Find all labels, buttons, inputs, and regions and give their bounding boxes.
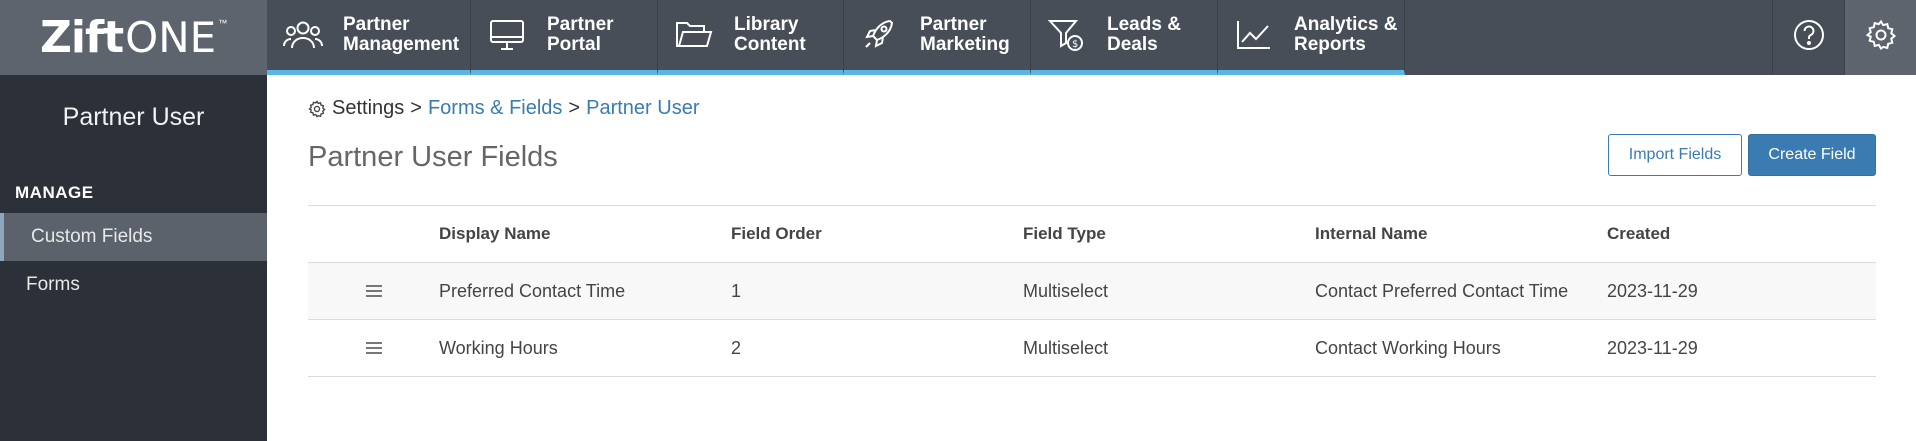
create-field-button[interactable]: Create Field: [1748, 134, 1876, 176]
sidebar-section-manage: MANAGE: [15, 183, 94, 202]
svg-text:$: $: [1072, 39, 1078, 50]
nav-library-content[interactable]: Library Content: [658, 0, 844, 75]
help-icon: [1792, 18, 1826, 57]
table-header-row: Display Name Field Order Field Type Inte…: [308, 206, 1876, 263]
nav-partner-portal[interactable]: Partner Portal: [471, 0, 658, 75]
nav-label: Partner Marketing: [920, 14, 1010, 55]
breadcrumb: Settings > Forms & Fields > Partner User: [308, 97, 699, 120]
table-row[interactable]: Working Hours 2 Multiselect Contact Work…: [308, 320, 1876, 377]
zift-one-logo[interactable]: Zift ONE ™: [0, 0, 267, 75]
nav-analytics-reports[interactable]: Analytics & Reports: [1218, 0, 1405, 75]
logo-trademark: ™: [218, 18, 228, 28]
cell-display-name: Preferred Contact Time: [439, 280, 626, 301]
drag-handle-icon[interactable]: [308, 284, 439, 298]
breadcrumb-forms-fields-link[interactable]: Forms & Fields: [428, 97, 562, 120]
column-header-display-name[interactable]: Display Name: [439, 224, 731, 244]
top-right-actions: [1772, 0, 1916, 75]
page-title: Partner User Fields: [308, 141, 558, 173]
line-chart-icon: [1232, 17, 1276, 53]
column-header-created[interactable]: Created: [1607, 224, 1876, 244]
monitor-icon: [485, 17, 529, 53]
cell-created: 2023-11-29: [1607, 337, 1698, 358]
fields-table: Display Name Field Order Field Type Inte…: [308, 205, 1876, 377]
rocket-icon: [858, 17, 902, 53]
breadcrumb-partner-user-link[interactable]: Partner User: [586, 97, 699, 120]
sidebar: Partner User MANAGE Custom Fields Forms: [0, 75, 267, 441]
cell-field-type: Multiselect: [1023, 337, 1109, 358]
sidebar-item-custom-fields[interactable]: Custom Fields: [0, 213, 267, 261]
cell-field-order: 1: [731, 280, 742, 301]
logo-light-text: ONE: [125, 13, 217, 62]
cell-display-name: Working Hours: [439, 337, 558, 358]
nav-label: Analytics & Reports: [1294, 14, 1398, 55]
table-row[interactable]: Preferred Contact Time 1 Multiselect Con…: [308, 263, 1876, 320]
sidebar-item-forms[interactable]: Forms: [0, 261, 267, 309]
breadcrumb-settings: Settings: [332, 97, 405, 119]
cell-field-type: Multiselect: [1023, 280, 1109, 301]
help-button[interactable]: [1772, 0, 1844, 75]
nav-partner-marketing[interactable]: Partner Marketing: [844, 0, 1031, 75]
import-fields-button[interactable]: Import Fields: [1608, 134, 1742, 176]
nav-leads-deals[interactable]: $ Leads & Deals: [1031, 0, 1218, 75]
column-header-field-order[interactable]: Field Order: [731, 224, 1023, 244]
gear-icon: [308, 99, 326, 118]
sidebar-title: Partner User: [62, 103, 205, 131]
nav-label: Library Content: [734, 14, 806, 55]
nav-partner-management[interactable]: Partner Management: [267, 0, 471, 75]
column-header-internal-name[interactable]: Internal Name: [1315, 224, 1607, 244]
cell-field-order: 2: [731, 337, 742, 358]
sidebar-item-label: Forms: [26, 274, 80, 295]
folder-icon: [672, 17, 716, 53]
sidebar-item-label: Custom Fields: [31, 226, 153, 247]
nav-label: Partner Management: [343, 14, 460, 55]
breadcrumb-separator: >: [410, 97, 422, 119]
cell-internal-name: Contact Working Hours: [1315, 337, 1501, 358]
cell-internal-name: Contact Preferred Contact Time: [1315, 280, 1569, 301]
gear-icon: [1865, 19, 1897, 56]
top-navigation-bar: Zift ONE ™ Partner Management Partner Po…: [0, 0, 1916, 75]
nav-label: Partner Portal: [547, 14, 614, 55]
cell-created: 2023-11-29: [1607, 280, 1698, 301]
logo-bold-text: Zift: [40, 12, 124, 63]
drag-handle-icon[interactable]: [308, 341, 439, 355]
nav-label: Leads & Deals: [1107, 14, 1181, 55]
users-icon: [281, 17, 325, 53]
settings-button[interactable]: [1844, 0, 1916, 75]
funnel-dollar-icon: $: [1045, 17, 1089, 53]
breadcrumb-separator: >: [568, 97, 581, 119]
column-header-field-type[interactable]: Field Type: [1023, 224, 1315, 244]
